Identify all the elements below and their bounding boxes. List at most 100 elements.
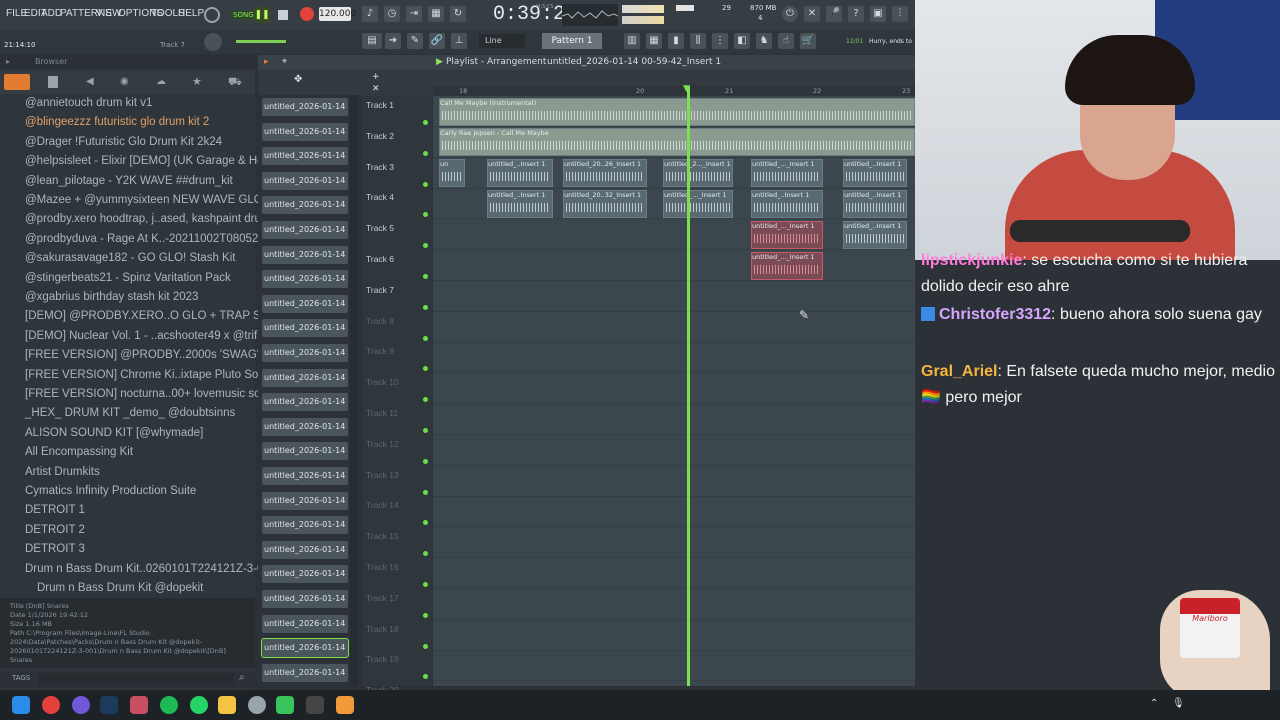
browser-item[interactable]: [DEMO] Nuclear Vol. 1 - ..acshooter49 x … — [25, 330, 286, 342]
windows-start-icon[interactable] — [12, 696, 30, 714]
audio-clip[interactable]: untitled_..Insert 1 — [487, 190, 553, 218]
track-name[interactable]: Track 18 — [366, 624, 399, 634]
whatsapp-icon[interactable] — [190, 696, 208, 714]
mixer-view-icon[interactable]: ⫼ — [690, 33, 706, 49]
loop-record-icon[interactable]: ↻ — [450, 6, 466, 22]
audio-clip[interactable]: untitled_20..32_Insert 1 — [563, 190, 647, 218]
game-icon[interactable] — [276, 696, 294, 714]
arrow-right-icon[interactable]: ➜ — [385, 33, 401, 49]
play-icon[interactable]: ❚❚ — [254, 7, 270, 23]
audio-clip[interactable]: untitled_..._Insert 1 — [663, 190, 733, 218]
add-icon[interactable]: + — [372, 72, 380, 82]
track-mute-led[interactable] — [423, 458, 428, 464]
pencil-icon[interactable]: ✎ — [407, 33, 423, 49]
track-mute-led[interactable] — [423, 551, 428, 557]
close-icon[interactable]: ✕ — [372, 84, 380, 94]
track-lane[interactable] — [433, 342, 915, 374]
metronome-icon[interactable]: ♪ — [362, 6, 378, 22]
browser-item[interactable]: @lean_pilotage - Y2K WAVE ##drum_kit — [25, 175, 233, 187]
browser-tab-cloud-icon[interactable]: ☁ — [156, 76, 166, 87]
countdown-icon[interactable]: ⇥ — [406, 6, 422, 22]
pat-song-toggle-icon[interactable] — [204, 7, 220, 23]
browser-toggle-icon[interactable]: ♞ — [756, 33, 772, 49]
track-lane[interactable] — [433, 312, 915, 343]
browser-item[interactable]: [FREE VERSION] nocturna..00+ lovemusic s… — [25, 388, 294, 400]
audio-clip[interactable]: untitled_..Insert 1 — [843, 190, 907, 218]
browser-item[interactable]: DETROIT 1 — [25, 504, 85, 516]
browser-item[interactable]: @prodbyduva - Rage At K..-20211002T08052… — [25, 233, 295, 245]
browser-item[interactable]: DETROIT 3 — [25, 543, 85, 555]
blend-icon[interactable]: ▦ — [428, 6, 444, 22]
pattern-item[interactable]: untitled_2026-01-14 00- — [262, 221, 348, 239]
track-mute-led[interactable] — [423, 120, 428, 125]
pattern-item[interactable]: untitled_2026-01-14 00- — [262, 417, 348, 436]
track-mute-led[interactable] — [423, 181, 428, 187]
fl-studio-icon[interactable] — [336, 696, 354, 714]
plugin-icon[interactable]: ◧ — [734, 33, 750, 49]
track-name[interactable]: Track 15 — [366, 531, 399, 541]
track-name[interactable]: Track 10 — [366, 377, 399, 387]
browser-item[interactable]: Artist Drumkits — [25, 466, 100, 478]
track-mute-led[interactable] — [423, 366, 428, 372]
song-mode-label[interactable]: SONG — [230, 11, 257, 19]
track-mute-led[interactable] — [423, 582, 428, 587]
track-lane[interactable] — [433, 281, 915, 312]
wait-icon[interactable]: ◷ — [384, 6, 400, 22]
step-sequencer-icon[interactable]: ▦ — [646, 33, 662, 49]
arrow-right-icon[interactable]: ▸ — [264, 57, 269, 67]
track-mute-led[interactable] — [423, 243, 428, 249]
track-lane[interactable] — [433, 650, 915, 682]
app-icon[interactable] — [130, 696, 148, 714]
track-name[interactable]: Track 6 — [366, 254, 394, 264]
track-mute-led[interactable] — [423, 643, 428, 649]
pattern-item[interactable]: untitled_2026-01-14 00- — [262, 245, 348, 264]
browser-item[interactable]: [FREE VERSION] Chrome Ki..ixtape Pluto S… — [25, 369, 294, 381]
browser-item[interactable]: @prodby.xero hoodtrap, j..ased, kashpain… — [25, 213, 285, 225]
track-mute-led[interactable] — [423, 274, 428, 279]
browser-tab-cart-icon[interactable]: ⛟ — [228, 75, 242, 90]
audio-clip[interactable]: untitled_..Insert 1 — [751, 190, 823, 218]
browser-item[interactable]: @helpsisleet - Elixir [DEMO] (UK Garage … — [25, 155, 286, 167]
browser-tab-plugins-icon[interactable]: ◀ — [86, 76, 94, 87]
pattern-item[interactable]: untitled_2026-01-14 00- — [262, 270, 348, 289]
track-lane[interactable] — [433, 435, 915, 466]
playlist-grid[interactable]: Call Me Maybe (Instrumental) Carly Rae J… — [433, 96, 915, 686]
terminal-icon[interactable] — [306, 696, 324, 714]
browser-item[interactable]: @sakurasavage182 - GO GLO! Stash Kit — [25, 252, 235, 264]
browser-tab-all-icon[interactable] — [4, 74, 30, 90]
track-lane[interactable] — [433, 589, 915, 620]
track-name[interactable]: Track 5 — [366, 223, 394, 233]
playlist-icon[interactable]: ▥ — [624, 33, 640, 49]
track-name[interactable]: Track 3 — [366, 162, 394, 172]
track-lane[interactable] — [433, 620, 915, 651]
track-lane[interactable] — [433, 404, 915, 435]
track-mute-led[interactable] — [423, 520, 428, 526]
pattern-item[interactable]: untitled_2026-01-14 00- — [262, 442, 348, 461]
tempo-display[interactable]: 120.000 — [319, 7, 356, 21]
track-name[interactable]: Track 13 — [366, 470, 399, 480]
track-lane[interactable] — [433, 681, 915, 686]
audio-clip[interactable]: untitled_2..._Insert 1 — [663, 159, 733, 187]
tray-chevron-icon[interactable]: ⌃ — [1150, 698, 1158, 709]
track-lane[interactable] — [433, 250, 915, 281]
audio-clip[interactable]: untitled_..Insert 1 — [843, 221, 907, 249]
spotify-icon[interactable] — [160, 696, 178, 714]
track-name[interactable]: Track 16 — [366, 562, 399, 572]
track-name[interactable]: Track 1 — [366, 100, 394, 110]
browser-tab-project-icon[interactable] — [48, 76, 58, 88]
pattern-item[interactable]: untitled_2026-01-14 00- — [262, 491, 348, 510]
pattern-item[interactable]: untitled_2026-01-14 00- — [262, 614, 348, 633]
settings-icon[interactable] — [248, 696, 266, 714]
track-mute-led[interactable] — [423, 674, 428, 680]
pattern-item[interactable]: untitled_2026-01-14 00- — [262, 171, 348, 190]
track-lane[interactable] — [433, 496, 915, 528]
pattern-item[interactable]: untitled_2026-01-14 00- — [262, 344, 348, 362]
track-name[interactable]: Track 2 — [366, 131, 394, 141]
audio-clip[interactable]: Call Me Maybe (Instrumental) — [439, 98, 915, 126]
track-name[interactable]: Track 12 — [366, 439, 399, 449]
browser-item[interactable]: DETROIT 2 — [25, 524, 85, 536]
mixer-icon[interactable]: ⫶ — [892, 6, 908, 22]
piano-icon[interactable]: ▮ — [668, 33, 684, 49]
track-mute-led[interactable] — [423, 304, 428, 310]
browser-item[interactable]: @blingeezzz futuristic glo drum kit 2 — [25, 116, 209, 128]
